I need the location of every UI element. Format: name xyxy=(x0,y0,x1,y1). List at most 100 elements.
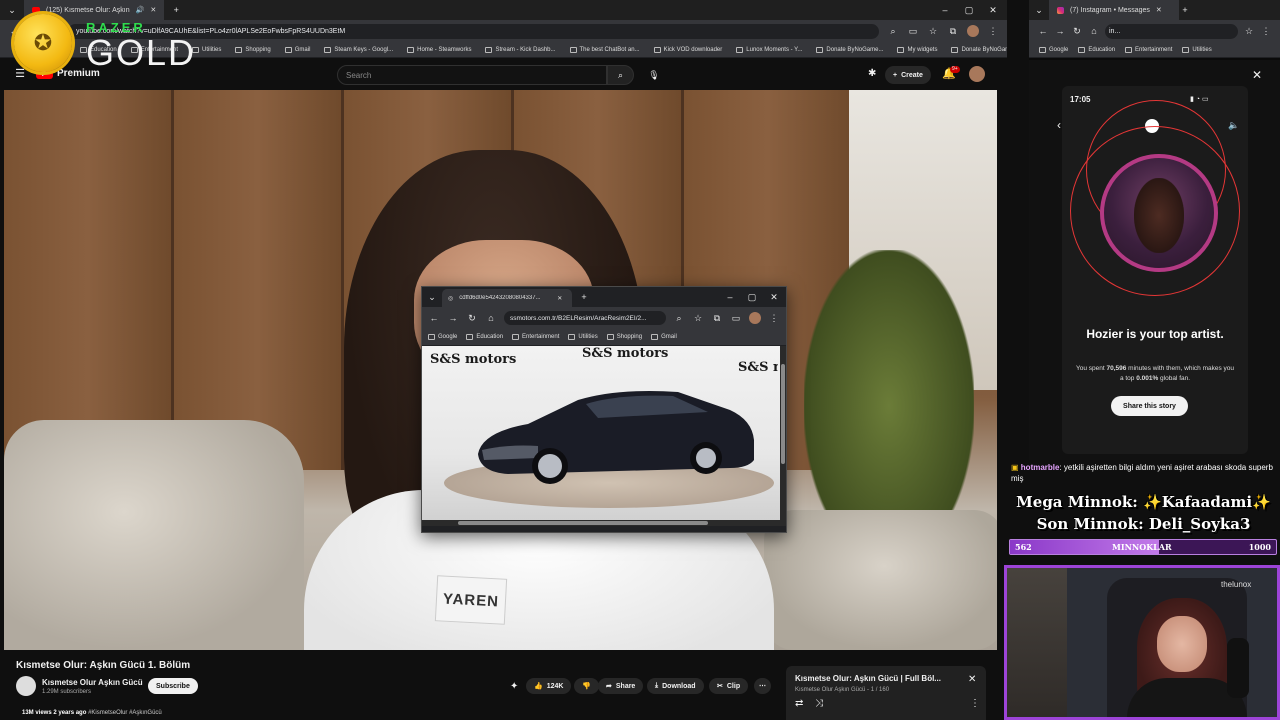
popup-star-icon[interactable]: ☆ xyxy=(692,312,704,324)
horizontal-scrollbar[interactable] xyxy=(422,520,782,526)
ig-menu-icon[interactable]: ⋮ xyxy=(1260,25,1272,37)
webcam-shelf xyxy=(1007,568,1067,717)
download-button[interactable]: ⤓ Download xyxy=(647,678,704,694)
window-close-icon[interactable]: ✕ xyxy=(987,4,999,16)
ig-reload-icon[interactable]: ↻ xyxy=(1071,25,1083,37)
popup-home-icon[interactable]: ⌂ xyxy=(485,312,497,324)
search-input[interactable]: Search xyxy=(337,65,607,85)
ig-home-icon[interactable]: ⌂ xyxy=(1088,25,1100,37)
popup-minimize-icon[interactable]: – xyxy=(724,291,736,303)
popup-bookmark[interactable]: Entertainment xyxy=(512,334,559,340)
channel-name[interactable]: Kısmetse Olur Aşkın Gücü xyxy=(42,678,143,687)
razer-gold-coin-icon: ✪ xyxy=(14,14,72,72)
ig-address-bar[interactable]: in... xyxy=(1105,23,1238,39)
story-prev-icon[interactable]: ‹ xyxy=(1057,118,1061,132)
popup-profile-avatar[interactable] xyxy=(749,312,761,324)
subscribe-button[interactable]: Subscribe xyxy=(148,678,198,694)
popup-tab[interactable]: ◎ cdffd6d0e542432080804337... ✕ xyxy=(442,289,572,307)
clip-button[interactable]: ✂ Clip xyxy=(709,678,749,694)
story-close-icon[interactable]: ✕ xyxy=(1252,68,1262,82)
popup-cast-icon[interactable]: ▭ xyxy=(730,312,742,324)
popup-close-icon[interactable]: ✕ xyxy=(768,291,780,303)
video-hashtags[interactable]: #KismetseOlur #AşkınGücü xyxy=(88,710,162,716)
popup-bookmark[interactable]: Shopping xyxy=(606,334,642,340)
ig-back-icon[interactable]: ← xyxy=(1037,25,1049,37)
popup-bookmark[interactable]: Utilities xyxy=(568,334,598,340)
share-story-button[interactable]: Share this story xyxy=(1111,396,1188,416)
shuffle-icon[interactable]: ⤨ xyxy=(815,698,823,709)
popup-reload-icon[interactable]: ↻ xyxy=(466,312,478,324)
hamburger-menu-icon[interactable]: ☰ xyxy=(14,67,26,80)
popup-forward-icon[interactable]: → xyxy=(447,312,459,324)
yt-bookmark-label: My widgets xyxy=(907,46,938,53)
more-actions-button[interactable]: ⋯ xyxy=(754,678,771,694)
tab-close-icon[interactable]: ✕ xyxy=(150,6,156,14)
bookmark-star-icon[interactable]: ☆ xyxy=(927,25,939,37)
playlist-more-icon[interactable]: ⋮ xyxy=(970,698,980,709)
vertical-scrollbar[interactable] xyxy=(780,346,786,526)
zoom-icon[interactable]: ⌕ xyxy=(887,25,899,37)
yt-bookmark[interactable]: Home - Steamworks xyxy=(407,46,471,53)
live-icon[interactable]: ✱ xyxy=(868,68,876,79)
name-tag: YAREN xyxy=(434,575,508,625)
sparkle-icon[interactable]: ✦ xyxy=(510,681,518,692)
popup-back-icon[interactable]: ← xyxy=(428,312,440,324)
story-mute-icon[interactable]: 🔈 xyxy=(1228,120,1239,131)
popup-bookmark[interactable]: Education xyxy=(466,334,503,340)
playlist-title[interactable]: Kısmetse Olur: Aşkın Gücü | Full Böl... xyxy=(795,674,941,683)
yt-bookmark[interactable]: Donate ByNoGame xyxy=(951,46,1007,53)
vertical-scroll-thumb[interactable] xyxy=(781,364,785,464)
popup-zoom-icon[interactable]: ⌕ xyxy=(673,312,685,324)
ig-star-icon[interactable]: ☆ xyxy=(1243,25,1255,37)
popup-bookmark[interactable]: Google xyxy=(428,334,457,340)
browser-menu-icon[interactable]: ⋮ xyxy=(987,25,999,37)
like-button[interactable]: 👍 124K xyxy=(526,678,572,694)
yt-bookmark[interactable]: Donate ByNoGame... xyxy=(816,46,883,53)
yt-bookmark[interactable]: My widgets xyxy=(897,46,938,53)
yt-bookmark[interactable]: Gmail xyxy=(284,46,310,53)
popup-address-bar[interactable]: ssmotors.com.tr/B2ELResim/AracResim2EI/2… xyxy=(504,311,666,325)
yt-bookmark[interactable]: Steam Keys - Googl... xyxy=(324,46,393,53)
profile-avatar[interactable] xyxy=(967,25,979,37)
ig-bookmark[interactable]: Utilities xyxy=(1182,46,1212,53)
create-button[interactable]: + Create xyxy=(885,66,931,84)
ig-tab-close-icon[interactable]: ✕ xyxy=(1156,6,1162,14)
voice-search-icon[interactable]: 🎙 xyxy=(646,67,662,83)
tab-instagram[interactable]: (7) Instagram • Messages ✕ xyxy=(1049,0,1179,20)
channel-avatar[interactable] xyxy=(16,676,36,696)
yt-bookmark[interactable]: Shopping xyxy=(235,46,271,53)
yt-bookmark[interactable]: Stream - Kick Dashb... xyxy=(485,46,556,53)
ig-tab-list-icon[interactable]: ⌄ xyxy=(1033,4,1045,16)
loop-icon[interactable]: ⇄ xyxy=(795,698,803,709)
popup-tab-list-icon[interactable]: ⌄ xyxy=(426,291,438,303)
popup-extensions-icon[interactable]: ⧉ xyxy=(711,312,723,324)
dislike-button[interactable]: 👎 xyxy=(574,678,599,694)
minimize-icon[interactable]: – xyxy=(939,4,951,16)
search-button[interactable]: ⌕ xyxy=(607,65,634,85)
popup-menu-icon[interactable]: ⋮ xyxy=(768,312,780,324)
tab-list-icon[interactable]: ⌄ xyxy=(6,4,18,16)
popup-bookmark[interactable]: Gmail xyxy=(651,334,677,340)
account-avatar[interactable] xyxy=(969,66,985,82)
ig-bookmark[interactable]: Entertainment xyxy=(1125,46,1172,53)
popup-tab-close-icon[interactable]: ✕ xyxy=(557,295,562,302)
extensions-icon[interactable]: ⧉ xyxy=(947,25,959,37)
spotify-wrapped-story[interactable]: 17:05 ▮ ◔ ▭ 🔈 Hozier is your top artist.… xyxy=(1062,86,1248,454)
popup-new-tab-icon[interactable]: + xyxy=(578,291,590,303)
new-tab-icon[interactable]: + xyxy=(170,4,182,16)
ig-bookmark[interactable]: Education xyxy=(1078,46,1115,53)
popup-maximize-icon[interactable]: ▢ xyxy=(746,291,758,303)
ig-forward-icon[interactable]: → xyxy=(1054,25,1066,37)
cast-icon[interactable]: ▭ xyxy=(907,25,919,37)
yt-bookmark[interactable]: The best ChatBot an... xyxy=(569,46,640,53)
maximize-icon[interactable]: ▢ xyxy=(963,4,975,16)
ig-bookmark[interactable]: Google xyxy=(1039,46,1068,53)
ig-new-tab-icon[interactable]: + xyxy=(1179,4,1191,16)
yt-bookmark[interactable]: Kick VOD downloader xyxy=(653,46,722,53)
share-button[interactable]: ➦ Share xyxy=(598,678,644,694)
yt-bookmark[interactable]: Utilities xyxy=(192,46,221,53)
yt-bookmark[interactable]: Lunox Moments - Y... xyxy=(736,46,802,53)
goal-current: 562 xyxy=(1015,542,1032,552)
horizontal-scroll-thumb[interactable] xyxy=(458,521,708,525)
playlist-close-icon[interactable]: ✕ xyxy=(968,674,976,685)
